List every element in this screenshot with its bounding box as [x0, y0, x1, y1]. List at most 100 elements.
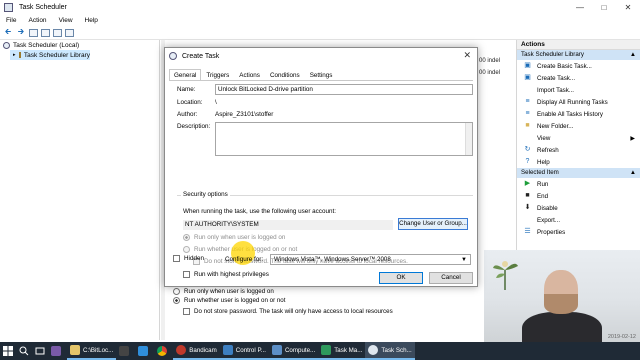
checkbox[interactable] — [183, 271, 190, 278]
search-icon — [19, 346, 29, 356]
radio-button[interactable] — [173, 288, 180, 295]
selected-action-properties[interactable]: ☰ Properties — [517, 226, 640, 238]
bg-radio-logged-or-not[interactable]: Run whether user is logged on or not — [173, 297, 285, 304]
selected-section-header[interactable]: Selected Item ▲ — [517, 168, 640, 178]
menu-view[interactable]: View — [59, 17, 73, 24]
action-display-all-running-tasks[interactable]: ≡ Display All Running Tasks — [517, 96, 640, 108]
radio-button[interactable] — [183, 234, 190, 241]
back-arrow-icon[interactable]: 🡰 — [3, 27, 13, 38]
radio-run-logged-on[interactable]: Run only when user is logged on — [183, 234, 285, 241]
help-icon[interactable] — [53, 29, 62, 37]
checkbox-hidden[interactable]: Hidden — [173, 255, 204, 262]
task-view-button[interactable] — [32, 342, 48, 360]
taskbar-item-bitlocker[interactable]: C:\BitLoc... — [67, 342, 117, 360]
taskbar-app-icon[interactable] — [48, 342, 67, 360]
action-label: Export... — [537, 216, 561, 224]
task-icon: ▣ — [524, 62, 531, 69]
taskbar-item-control-panel[interactable]: Control P... — [219, 342, 269, 360]
taskbar-chrome[interactable] — [154, 342, 173, 360]
action-view[interactable]: View ▶ — [517, 132, 640, 144]
checkbox[interactable] — [183, 308, 190, 315]
actions-header: Actions — [517, 40, 640, 50]
tab-conditions[interactable]: Conditions — [265, 69, 305, 80]
chrome-icon — [157, 346, 168, 356]
taskbar-app-icon[interactable] — [135, 342, 154, 360]
app-icon — [51, 346, 61, 356]
menu-help[interactable]: Help — [85, 17, 98, 24]
user-account-value: NT AUTHORITY\SYSTEM — [183, 220, 393, 230]
menu-action[interactable]: Action — [28, 17, 46, 24]
action-label: End — [537, 192, 549, 200]
chevron-down-icon: ▼ — [461, 257, 467, 263]
maximize-button[interactable]: □ — [592, 0, 616, 15]
action-label: Create Basic Task... — [537, 62, 592, 70]
blank-icon — [523, 86, 532, 94]
action-label: Run — [537, 180, 549, 188]
start-button[interactable] — [0, 342, 16, 360]
author-value: Aspire_Z3101\stoffer — [215, 111, 274, 118]
scrollbar[interactable] — [465, 123, 472, 155]
title-bar: Task Scheduler — □ ✕ — [0, 0, 640, 15]
bg-checkbox-no-store[interactable]: Do not store password. The task will onl… — [183, 308, 393, 315]
task-view-icon — [35, 347, 45, 355]
ok-button[interactable]: OK — [379, 272, 423, 284]
folder-up-icon[interactable] — [29, 29, 38, 37]
selected-action-disable[interactable]: ⬇ Disable — [517, 202, 640, 214]
forward-arrow-icon[interactable]: 🡲 — [16, 27, 26, 38]
tab-settings[interactable]: Settings — [305, 69, 338, 80]
library-section-header[interactable]: Task Scheduler Library ▲ — [517, 50, 640, 60]
description-textarea[interactable] — [215, 122, 473, 156]
radio-button[interactable] — [173, 297, 180, 304]
tree-root[interactable]: Task Scheduler (Local) — [0, 40, 159, 50]
background-cell: 00 indel — [479, 58, 501, 64]
disable-icon: ⬇ — [524, 204, 531, 211]
action-create-basic-task[interactable]: ▣ Create Basic Task... — [517, 60, 640, 72]
cancel-button[interactable]: Cancel — [429, 272, 473, 284]
dialog-close-button[interactable]: ✕ — [463, 50, 471, 61]
taskbar-item-task-scheduler[interactable]: Task Sch... — [365, 342, 415, 360]
chevron-right-icon[interactable]: ▸ — [13, 52, 16, 58]
menu-file[interactable]: File — [6, 17, 16, 24]
selected-action-end[interactable]: ■ End — [517, 190, 640, 202]
collapse-icon[interactable]: ▲ — [630, 50, 636, 60]
action-refresh[interactable]: ↻ Refresh — [517, 144, 640, 156]
tab-general[interactable]: General — [169, 69, 202, 80]
action-enable-all-tasks-history[interactable]: ≡ Enable All Tasks History — [517, 108, 640, 120]
name-input[interactable]: Unlock BitLocked D-drive partition — [215, 84, 473, 95]
change-user-group-button[interactable]: Change User or Group... — [398, 218, 468, 230]
refresh-icon: ↻ — [524, 146, 531, 153]
action-pane-icon[interactable] — [65, 29, 74, 37]
selected-action-export[interactable]: Export... — [517, 214, 640, 226]
checkbox[interactable] — [173, 255, 180, 262]
configure-for-select[interactable]: Windows Vista™, Windows Server™ 2008 ▼ — [270, 254, 471, 265]
radio-button[interactable] — [183, 246, 190, 253]
tab-triggers[interactable]: Triggers — [201, 69, 234, 80]
blank-icon — [523, 216, 532, 224]
tree-item-library[interactable]: ▸ Task Scheduler Library — [10, 50, 90, 60]
taskbar-item-task-manager[interactable]: Task Ma... — [318, 342, 366, 360]
bg-radio-logged-on[interactable]: Run only when user is logged on — [173, 288, 274, 295]
clock-icon — [169, 52, 177, 60]
minimize-button[interactable]: — — [568, 0, 592, 15]
bottom-options-row: Hidden Configure for: Windows Vista™, Wi… — [169, 254, 473, 266]
action-import-task[interactable]: Import Task... — [517, 84, 640, 96]
tab-actions[interactable]: Actions — [234, 69, 265, 80]
close-button[interactable]: ✕ — [616, 0, 640, 15]
webcam-overlay: 2019-02-12 — [484, 250, 640, 342]
action-label: Disable — [537, 204, 558, 212]
taskbar-item-computer[interactable]: Compute... — [268, 342, 319, 360]
taskbar-item-bandicam[interactable]: Bandicam — [173, 342, 220, 360]
taskbar-app-icon[interactable] — [116, 342, 135, 360]
selected-action-run[interactable]: ▶ Run — [517, 178, 640, 190]
action-help[interactable]: ? Help — [517, 156, 640, 168]
search-button[interactable] — [16, 342, 32, 360]
action-label: View — [537, 134, 551, 142]
show-hide-tree-icon[interactable] — [41, 29, 50, 37]
action-new-folder[interactable]: ■ New Folder... — [517, 120, 640, 132]
checkbox-run-highest-privileges[interactable]: Run with highest privileges — [183, 271, 269, 278]
account-prompt: When running the task, use the following… — [183, 208, 336, 215]
collapse-icon[interactable]: ▲ — [630, 168, 636, 178]
action-create-task[interactable]: ▣ Create Task... — [517, 72, 640, 84]
author-label: Author: — [177, 111, 198, 118]
folder-icon: ■ — [525, 122, 530, 129]
